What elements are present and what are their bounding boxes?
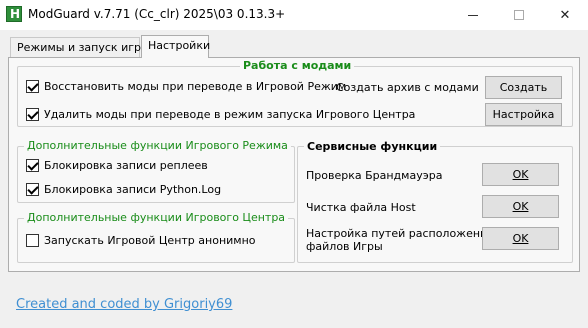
block-pythonlog-label: Блокировка записи Python.Log: [44, 183, 222, 196]
service-group: Сервисные функции Проверка Брандмауэра O…: [297, 140, 573, 263]
minimize-button[interactable]: [450, 0, 496, 30]
firewall-ok-button[interactable]: OK: [482, 163, 559, 186]
delete-mods-checkbox-box[interactable]: [26, 108, 39, 121]
host-ok-text: OK: [512, 200, 529, 213]
block-pythonlog-checkbox[interactable]: Блокировка записи Python.Log: [26, 183, 221, 196]
block-pythonlog-checkbox-box[interactable]: [26, 183, 39, 196]
firewall-check-label: Проверка Брандмауэра: [306, 169, 443, 182]
maximize-icon: [514, 10, 524, 20]
maximize-button[interactable]: [496, 0, 542, 30]
block-replays-checkbox-box[interactable]: [26, 159, 39, 172]
game-center-group: Дополнительные функции Игрового Центра З…: [17, 211, 295, 263]
anonymous-launch-checkbox-box[interactable]: [26, 234, 39, 247]
tab-modes-and-launch[interactable]: Режимы и запуск игры: [10, 37, 150, 58]
close-button[interactable]: ✕: [542, 0, 588, 30]
restore-mods-label: Восстановить моды при переводе в Игровой…: [44, 80, 347, 93]
author-credit-link[interactable]: Created and coded by Grigoriy69: [16, 297, 232, 312]
paths-ok-text: OK: [512, 232, 529, 245]
anonymous-launch-label: Запускать Игровой Центр анонимно: [44, 234, 256, 247]
restore-mods-checkbox[interactable]: Восстановить моды при переводе в Игровой…: [26, 80, 346, 93]
settings-panel: Работа с модами Восстановить моды при пе…: [8, 57, 580, 272]
mods-group: Работа с модами Восстановить моды при пе…: [17, 59, 573, 127]
create-button[interactable]: Создать: [485, 76, 562, 99]
delete-mods-label: Удалить моды при переводе в режим запуск…: [44, 108, 416, 121]
close-icon: ✕: [559, 7, 571, 23]
service-group-title: Сервисные функции: [304, 140, 441, 153]
restore-mods-checkbox-box[interactable]: [26, 80, 39, 93]
app-icon: [6, 6, 22, 22]
game-mode-group: Дополнительные функции Игрового Режима Б…: [17, 139, 295, 203]
game-center-group-title: Дополнительные функции Игрового Центра: [24, 211, 289, 224]
minimize-icon: [468, 14, 478, 16]
window-title: ModGuard v.7.71 (Cc_clr) 2025\03 0.13.3+: [28, 7, 286, 21]
settings-button[interactable]: Настройка: [485, 103, 562, 126]
firewall-ok-text: OK: [512, 168, 529, 181]
host-ok-button[interactable]: OK: [482, 195, 559, 218]
title-bar: ModGuard v.7.71 (Cc_clr) 2025\03 0.13.3+…: [0, 0, 588, 30]
delete-mods-checkbox[interactable]: Удалить моды при переводе в режим запуск…: [26, 108, 415, 121]
host-clean-label: Чистка файла Host: [306, 201, 416, 214]
paths-setup-label-line1: Настройка путей расположения: [306, 227, 494, 240]
paths-ok-button[interactable]: OK: [482, 227, 559, 250]
anonymous-launch-checkbox[interactable]: Запускать Игровой Центр анонимно: [26, 234, 256, 247]
paths-setup-label-line2: файлов Игры: [306, 240, 383, 253]
tab-settings[interactable]: Настройки: [141, 35, 210, 58]
game-mode-group-title: Дополнительные функции Игрового Режима: [24, 139, 291, 152]
block-replays-checkbox[interactable]: Блокировка записи реплеев: [26, 159, 208, 172]
mods-group-title: Работа с модами: [240, 59, 355, 72]
block-replays-label: Блокировка записи реплеев: [44, 159, 208, 172]
create-archive-label: Создать архив с модами: [336, 81, 479, 94]
